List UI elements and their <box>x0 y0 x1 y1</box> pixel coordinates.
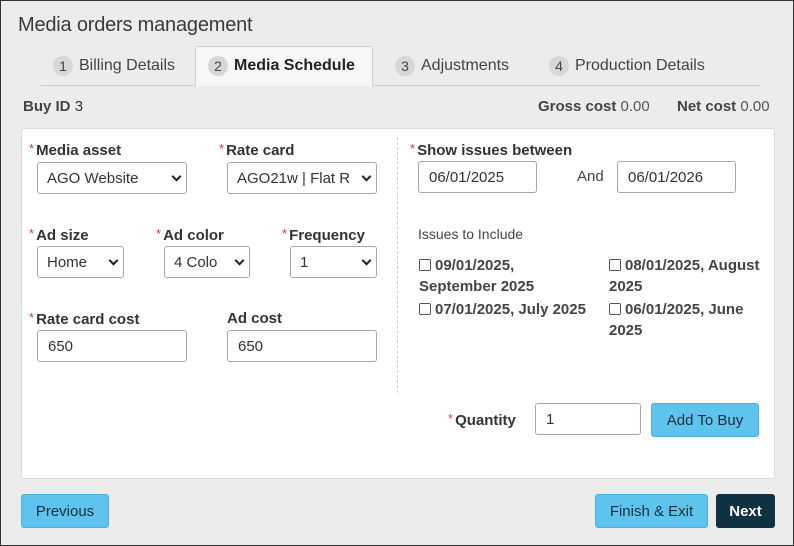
step-number-badge: 3 <box>395 56 415 76</box>
ad-size-label: * Ad size <box>29 226 89 244</box>
checkbox[interactable] <box>609 303 621 315</box>
add-to-buy-button[interactable]: Add To Buy <box>651 403 759 437</box>
quantity-label: * Quantity <box>448 411 516 429</box>
ad-color-label: * Ad color <box>156 226 224 244</box>
and-label: And <box>577 168 604 185</box>
gross-cost: Gross cost 0.00 <box>538 98 650 115</box>
rate-card-select[interactable]: AGO21w | Flat R <box>227 162 377 194</box>
issue-checkbox-item[interactable]: 09/01/2025, September 2025 <box>419 255 589 297</box>
rate-card-label: * Rate card <box>219 141 295 159</box>
chevron-down-icon <box>361 171 372 182</box>
previous-button[interactable]: Previous <box>21 494 109 528</box>
tab-label: Billing Details <box>79 57 176 74</box>
page-title: Media orders management <box>18 14 253 36</box>
issues-to-date-input[interactable] <box>617 161 736 193</box>
chevron-down-icon <box>234 255 245 266</box>
tab-media-schedule[interactable]: 2 Media Schedule <box>195 46 373 86</box>
step-number-badge: 4 <box>549 56 569 76</box>
frequency-select[interactable]: 1 <box>290 246 377 278</box>
buy-id: Buy ID 3 <box>23 98 84 115</box>
issue-checkbox-item[interactable]: 08/01/2025, August 2025 <box>609 255 779 297</box>
rate-card-cost-input[interactable] <box>37 330 187 362</box>
ad-color-select[interactable]: 4 Colo <box>164 246 250 278</box>
tab-billing-details[interactable]: 1 Billing Details <box>41 46 187 86</box>
column-divider <box>397 137 398 393</box>
app-window: Media orders management 1 Billing Detail… <box>0 0 794 546</box>
chevron-down-icon <box>108 255 119 266</box>
issue-checkbox-item[interactable]: 07/01/2025, July 2025 <box>419 299 589 320</box>
tab-production-details[interactable]: 4 Production Details <box>537 46 717 86</box>
step-number-badge: 2 <box>208 56 228 76</box>
tab-label: Production Details <box>575 57 705 74</box>
show-issues-label: * Show issues between <box>410 141 573 159</box>
chevron-down-icon <box>171 171 182 182</box>
tab-label: Adjustments <box>421 57 510 74</box>
finish-exit-button[interactable]: Finish & Exit <box>595 494 708 528</box>
issues-to-include-label: Issues to Include <box>418 226 524 242</box>
tab-adjustments[interactable]: 3 Adjustments <box>383 46 521 86</box>
ad-cost-label: Ad cost <box>227 310 283 327</box>
frequency-label: * Frequency <box>282 226 365 244</box>
chevron-down-icon <box>361 255 372 266</box>
issues-from-date-input[interactable] <box>418 161 537 193</box>
tab-label: Media Schedule <box>234 57 355 74</box>
checkbox[interactable] <box>419 303 431 315</box>
rate-card-cost-label: * Rate card cost <box>29 310 140 328</box>
next-button[interactable]: Next <box>716 494 775 528</box>
ad-size-select[interactable]: Home <box>37 246 124 278</box>
checkbox[interactable] <box>609 259 621 271</box>
media-asset-label: * Media asset <box>29 141 122 159</box>
net-cost: Net cost 0.00 <box>677 98 770 115</box>
ad-cost-input[interactable] <box>227 330 377 362</box>
step-number-badge: 1 <box>53 56 73 76</box>
quantity-input[interactable] <box>535 403 641 435</box>
issue-checkbox-item[interactable]: 06/01/2025, June 2025 <box>609 299 779 341</box>
media-asset-select[interactable]: AGO Website <box>37 162 187 194</box>
checkbox[interactable] <box>419 259 431 271</box>
